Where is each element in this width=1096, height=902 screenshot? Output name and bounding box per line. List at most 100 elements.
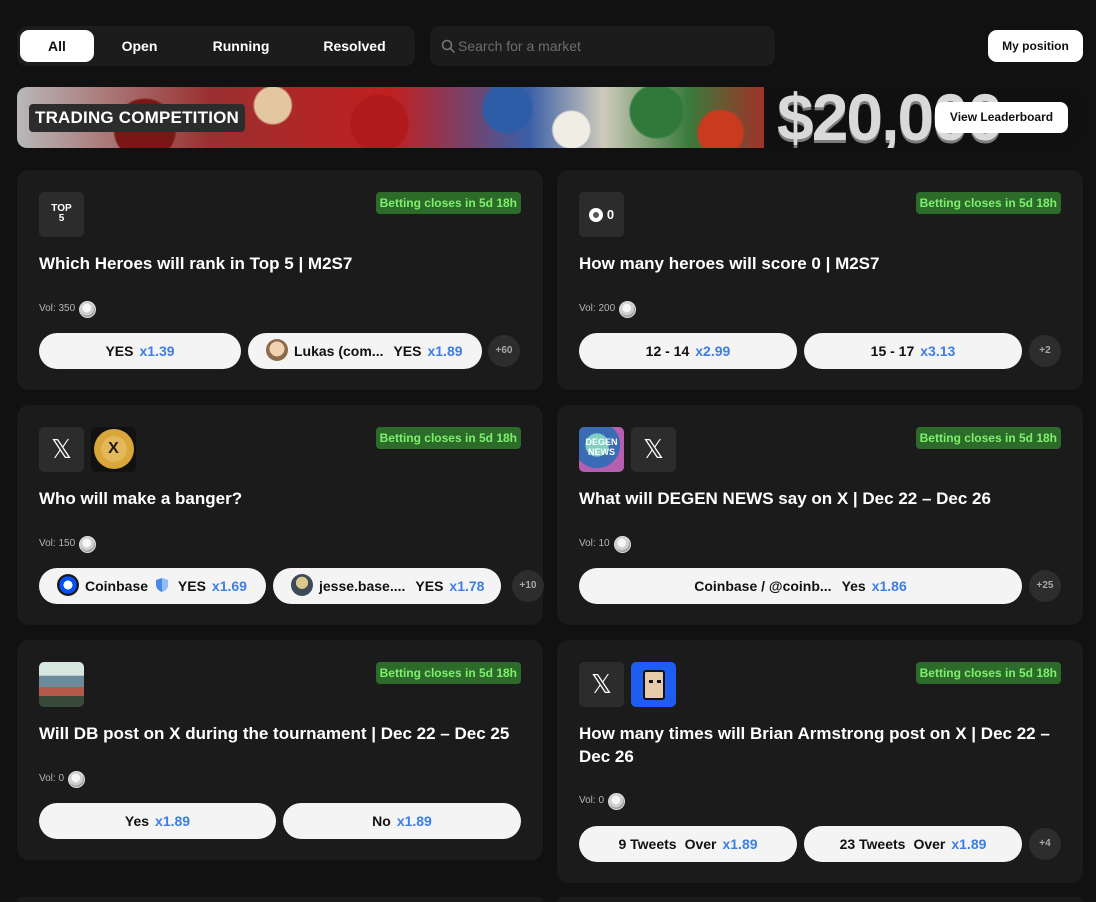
market-card[interactable]: Betting closes in 5d 18h Will DB post on…	[17, 640, 543, 860]
volume: Vol: 0	[39, 770, 86, 788]
option-button[interactable]: No x1.89	[283, 803, 521, 839]
market-card-partial	[17, 897, 543, 902]
filter-tabs: All Open Running Resolved	[17, 26, 415, 66]
my-position-button[interactable]: My position	[988, 30, 1083, 62]
market-card[interactable]: DEGEN NEWS 𝕏 Betting closes in 5d 18h Wh…	[557, 405, 1083, 625]
avatar	[291, 574, 313, 597]
option-label: Lukas (com...	[294, 343, 384, 359]
search-bar	[430, 26, 775, 66]
coin-icon	[79, 300, 97, 318]
tab-running[interactable]: Running	[197, 30, 285, 62]
more-options-button[interactable]: +25	[1029, 570, 1061, 602]
search-icon	[441, 39, 455, 53]
market-title: What will DEGEN NEWS say on X | Dec 22 –…	[579, 489, 991, 508]
view-leaderboard-button[interactable]: View Leaderboard	[935, 102, 1068, 133]
betting-closes-badge: Betting closes in 5d 18h	[375, 427, 521, 449]
brian-armstrong-avatar	[631, 662, 676, 707]
option-button[interactable]: 23 Tweets Over x1.89	[804, 826, 1022, 862]
betting-closes-badge: Betting closes in 5d 18h	[375, 192, 521, 214]
option-multiplier: x1.39	[139, 343, 175, 359]
trading-competition-banner[interactable]: TRADING COMPETITION $20,000 View Leaderb…	[17, 87, 1083, 148]
option-button[interactable]: 9 Tweets Over x1.89	[579, 826, 797, 862]
option-button[interactable]: Yes x1.89	[39, 803, 276, 839]
more-options-button[interactable]: +10	[512, 570, 544, 602]
search-input[interactable]	[458, 26, 768, 66]
option-side: Over	[684, 836, 717, 852]
x-logo-icon: 𝕏	[39, 427, 84, 472]
option-label: jesse.base....	[319, 578, 406, 594]
coin-icon	[613, 535, 631, 553]
volume-label: Vol: 0	[579, 795, 605, 806]
option-label: YES	[105, 343, 134, 359]
volume-label: Vol: 200	[579, 303, 616, 314]
tab-resolved[interactable]: Resolved	[307, 30, 402, 62]
option-button[interactable]: YES x1.39	[39, 333, 241, 369]
option-multiplier: x1.89	[427, 343, 463, 359]
more-options-button[interactable]: +60	[488, 335, 520, 367]
option-side: Yes	[841, 578, 866, 594]
tab-open[interactable]: Open	[102, 30, 177, 62]
gold-x-laurel-icon: X	[91, 427, 136, 472]
volume-label: Vol: 0	[39, 773, 65, 784]
db-photo-icon	[39, 662, 84, 707]
avatar	[266, 339, 288, 362]
top5-icon: TOP 5	[39, 192, 84, 237]
coin-icon	[619, 300, 637, 318]
option-label: 15 - 17	[870, 343, 915, 359]
more-options-button[interactable]: +2	[1029, 335, 1061, 367]
market-card[interactable]: 𝕏 X Betting closes in 5d 18h Who will ma…	[17, 405, 544, 625]
zero-score-label: 0	[606, 207, 615, 222]
option-side: YES	[177, 578, 206, 594]
option-button[interactable]: 15 - 17 x3.13	[804, 333, 1022, 369]
betting-closes-badge: Betting closes in 5d 18h	[915, 427, 1061, 449]
option-side: YES	[415, 578, 444, 594]
volume: Vol: 350	[39, 300, 97, 318]
option-button[interactable]: Coinbase / @coinb... Yes x1.86	[579, 568, 1022, 604]
tab-all[interactable]: All	[20, 30, 94, 62]
shield-icon	[155, 578, 168, 593]
volume: Vol: 10	[579, 535, 631, 553]
top5-icon-label: TOP 5	[51, 203, 72, 224]
market-title: Which Heroes will rank in Top 5 | M2S7	[39, 254, 353, 273]
more-options-button[interactable]: +4	[1029, 828, 1061, 860]
option-multiplier: x3.13	[920, 343, 956, 359]
option-label: Yes	[124, 813, 150, 829]
betting-closes-badge: Betting closes in 5d 18h	[915, 662, 1061, 684]
coin-icon	[79, 535, 97, 553]
volume: Vol: 200	[579, 300, 637, 318]
option-multiplier: x1.69	[211, 578, 247, 594]
market-card[interactable]: 𝕏 Betting closes in 5d 18h How many time…	[557, 640, 1083, 883]
market-title: How many times will Brian Armstrong post…	[579, 724, 1050, 766]
option-multiplier: x1.89	[155, 813, 191, 829]
market-card-partial	[557, 897, 1083, 902]
coin-icon	[608, 792, 626, 810]
volume: Vol: 150	[39, 535, 97, 553]
option-button[interactable]: 12 - 14 x2.99	[579, 333, 797, 369]
market-card[interactable]: TOP 5 Betting closes in 5d 18h Which Her…	[17, 170, 543, 390]
zero-score-icon: 0	[579, 192, 624, 237]
option-multiplier: x1.89	[722, 836, 758, 852]
x-logo-icon: 𝕏	[631, 427, 676, 472]
option-button[interactable]: jesse.base.... YES x1.78	[273, 568, 501, 604]
option-label: 23 Tweets	[839, 836, 906, 852]
coinbase-logo-icon	[57, 574, 79, 597]
option-button[interactable]: Coinbase YES x1.69	[39, 568, 266, 604]
market-card[interactable]: 0 Betting closes in 5d 18h How many hero…	[557, 170, 1083, 390]
option-multiplier: x1.86	[871, 578, 907, 594]
degen-news-icon-label: DEGEN NEWS	[585, 437, 618, 457]
coin-icon	[68, 770, 86, 788]
option-label: No	[372, 813, 391, 829]
option-multiplier: x1.89	[951, 836, 987, 852]
volume-label: Vol: 150	[39, 538, 76, 549]
betting-closes-badge: Betting closes in 5d 18h	[375, 662, 521, 684]
option-multiplier: x1.78	[449, 578, 485, 594]
option-label: Coinbase	[85, 578, 149, 594]
ring-icon	[588, 207, 603, 222]
option-side: YES	[393, 343, 422, 359]
option-button[interactable]: Lukas (com... YES x1.89	[248, 333, 482, 369]
option-label: Coinbase / @coinb...	[694, 578, 832, 594]
option-label: 12 - 14	[645, 343, 690, 359]
option-multiplier: x1.89	[396, 813, 432, 829]
volume-label: Vol: 10	[579, 538, 610, 549]
market-title: Will DB post on X during the tournament …	[39, 724, 510, 743]
